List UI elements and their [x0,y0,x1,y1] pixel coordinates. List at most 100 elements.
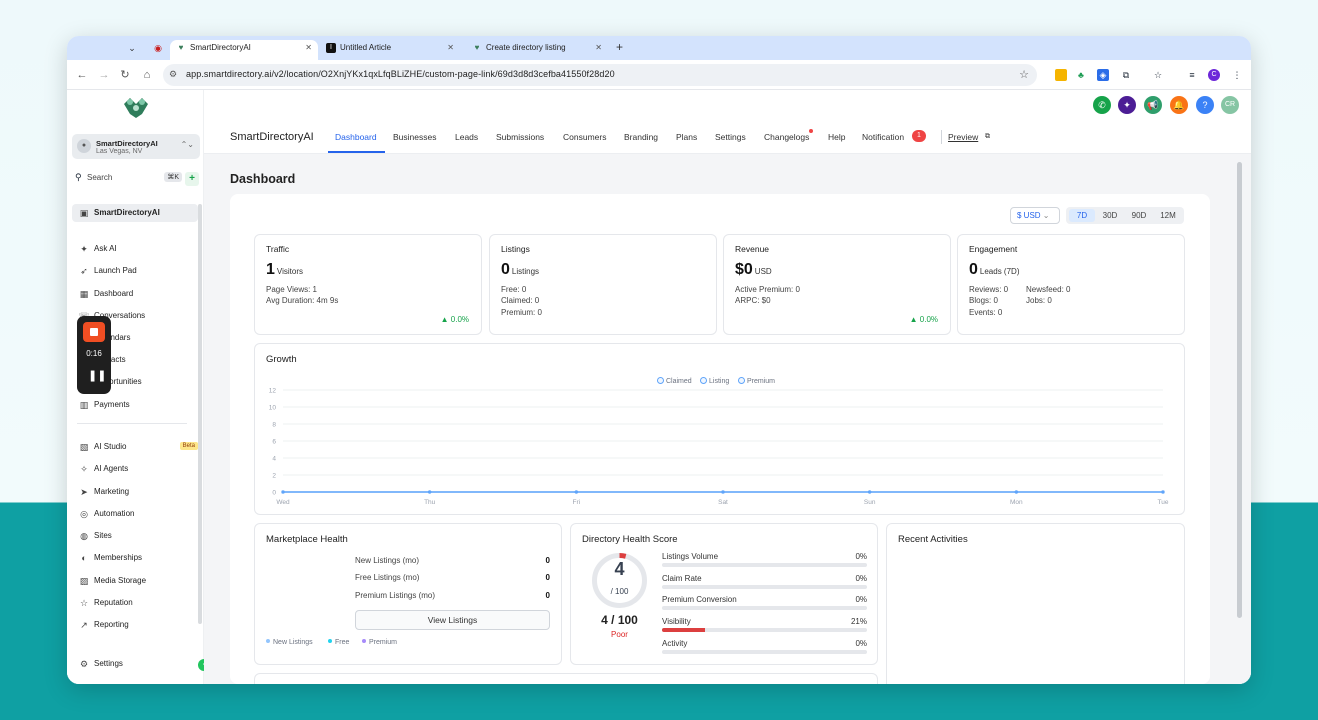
nav-changelogs[interactable]: Changelogs [764,132,809,142]
new-tab-icon[interactable]: + [616,40,623,54]
pause-recording-button[interactable]: ❚❚ [88,370,106,382]
bookmark-star-icon[interactable]: ☆ [1019,68,1029,81]
card-title: Traffic [266,244,290,254]
section-title: Directory Health Score [582,534,678,545]
x-tick-label: Thu [424,499,436,506]
reload-icon[interactable]: ↻ [118,68,132,82]
account-switcher[interactable]: ● SmartDirectoryAI Las Vegas, NV ⌃⌄ [72,134,200,159]
app-body: ● SmartDirectoryAI Las Vegas, NV ⌃⌄ ⚲ Se… [67,90,1251,684]
quick-add-button[interactable]: + [185,172,199,186]
legend-dot [362,639,366,643]
x-tick-label: Sun [864,499,876,506]
row-label: Premium Listings (mo) [355,591,436,600]
nav-dashboard[interactable]: Dashboard [335,132,377,142]
browser-menu-icon[interactable]: ⋮ [1231,69,1243,81]
sidebar-item-label: Launch Pad [94,266,137,275]
range-90d[interactable]: 90D [1126,209,1152,222]
sidebar-item-location[interactable]: ▣ SmartDirectoryAI [72,204,198,222]
search-shortcut: ⌘K [164,172,182,182]
close-tab-icon[interactable]: ✕ [595,40,602,56]
legend-dot [328,639,332,643]
sidebar-item-label: Settings [94,659,123,668]
extensions-puzzle-icon[interactable]: ⧉ [1120,69,1132,81]
sidebar-item-label: AI Studio [94,442,127,451]
sidebar-divider [77,423,187,424]
nav-leads[interactable]: Leads [455,132,478,142]
sidebar-item-ask-ai[interactable]: ✦ Ask AI [72,240,198,258]
external-link-icon[interactable]: ⧉ [985,133,990,141]
home-icon[interactable]: ⌂ [140,68,154,82]
help-icon[interactable]: ? [1196,96,1214,114]
sidebar-item-settings[interactable]: ⚙ Settings [72,655,198,673]
forward-icon[interactable]: → [97,68,111,82]
bookmarks-icon[interactable]: ☆ [1152,69,1164,81]
sidebar-item-reporting[interactable]: ↗ Reporting [72,616,198,634]
megaphone-icon[interactable]: 📢 [1144,96,1162,114]
currency-select[interactable]: $ USD ⌄ [1010,207,1060,224]
range-30d[interactable]: 30D [1097,209,1123,222]
extension-evernote-icon[interactable]: ♣ [1075,69,1087,81]
url-text[interactable]: app.smartdirectory.ai/v2/location/O2XnjY… [186,69,615,79]
tab-untitled-article[interactable]: I Untitled Article ✕ [320,40,460,60]
nav-separator [941,130,942,144]
address-bar[interactable]: ⚙ app.smartdirectory.ai/v2/location/O2Xn… [163,64,1037,86]
smartdirectory-favicon-icon: ♥ [178,43,184,52]
record-indicator-icon[interactable]: ◉ [151,42,165,54]
tab-search-icon[interactable]: ⌄ [125,42,139,54]
main-scrollbar[interactable] [1237,162,1242,618]
nav-preview[interactable]: Preview [948,132,978,142]
nav-settings[interactable]: Settings [715,132,746,142]
nav-help[interactable]: Help [828,132,845,142]
notification-bell-icon[interactable]: 🔔 [1170,96,1188,114]
site-info-icon[interactable]: ⚙ [169,69,177,80]
nav-businesses[interactable]: Businesses [393,132,436,142]
app-logo[interactable] [120,94,152,120]
nav-consumers[interactable]: Consumers [563,132,606,142]
stat-detail: Free: 0 [501,285,527,294]
range-7d[interactable]: 7D [1069,209,1095,222]
nav-submissions[interactable]: Submissions [496,132,544,142]
row-value: 0 [545,556,550,565]
range-12m[interactable]: 12M [1155,209,1181,222]
sidebar-item-marketing[interactable]: ➤ Marketing [72,483,198,501]
active-tab-indicator [328,151,385,153]
ai-studio-icon: ▧ [79,442,89,452]
tab-smartdirectory[interactable]: ♥ SmartDirectoryAI ✕ [170,40,318,60]
revenue-card: Revenue $0 USD Active Premium: 0 ARPC: $0… [723,234,951,335]
sidebar-item-automation[interactable]: ◎ Automation [72,505,198,523]
sidebar-item-dashboard[interactable]: ▦ Dashboard [72,285,198,303]
chart-icon: ↗ [80,620,88,630]
sidebar-item-reputation[interactable]: ☆ Reputation [72,594,198,612]
media-control-icon[interactable]: ≡ [1186,69,1198,81]
close-tab-icon[interactable]: ✕ [447,40,454,56]
user-avatar[interactable]: CR [1221,96,1239,114]
metric-bar [662,628,867,632]
range-selector: 7D 30D 90D 12M [1066,207,1184,224]
x-tick-label: Mon [1010,499,1023,506]
sidebar-item-memberships[interactable]: ◐ Memberships [72,549,198,567]
sidebar-item-media-storage[interactable]: ▨ Media Storage [72,572,198,590]
profile-avatar[interactable]: C [1208,69,1220,81]
phone-icon[interactable]: ✆ [1093,96,1111,114]
nav-branding[interactable]: Branding [624,132,658,142]
extension-folder-icon[interactable] [1055,69,1067,81]
nav-notification[interactable]: Notification [862,132,904,142]
view-listings-button[interactable]: View Listings [355,610,550,630]
sidebar-item-payments[interactable]: ▥ Payments [72,396,198,414]
ai-assistant-icon[interactable]: ✦ [1118,96,1136,114]
sidebar-item-launch-pad[interactable]: ➶ Launch Pad [72,262,198,280]
sidebar-item-ai-agents[interactable]: ✧ AI Agents [72,460,198,478]
tab-create-listing[interactable]: ♥ Create directory listing ✕ [466,40,608,60]
sidebar-search[interactable]: ⚲ Search ⌘K [72,170,182,186]
close-tab-icon[interactable]: ✕ [305,40,312,56]
card-title: Listings [501,244,530,254]
sidebar-item-ai-studio[interactable]: ▧ AI Studio Beta [72,438,198,456]
sidebar-scrollbar[interactable] [198,204,202,624]
score-rating: Poor [611,630,628,639]
back-icon[interactable]: ← [75,68,89,82]
nav-plans[interactable]: Plans [676,132,697,142]
marketplace-row: Premium Listings (mo) 0 [355,591,550,600]
stop-recording-button[interactable] [83,322,105,342]
extension-blue-icon[interactable]: ◈ [1097,69,1109,81]
sidebar-item-sites[interactable]: ◍ Sites [72,527,198,545]
